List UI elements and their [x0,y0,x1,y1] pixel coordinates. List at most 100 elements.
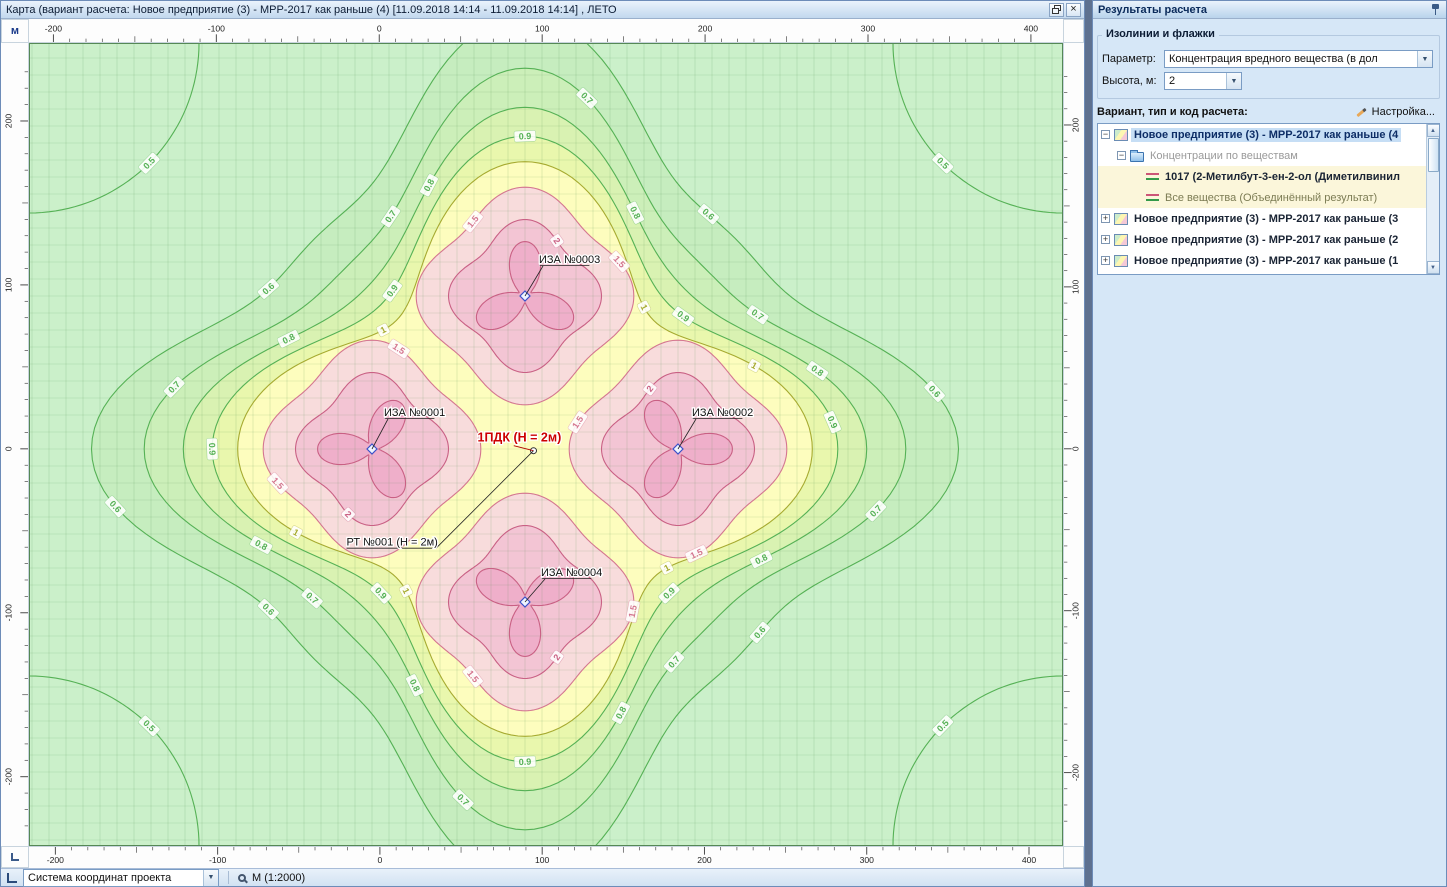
svg-text:0.9: 0.9 [519,757,532,768]
contour-label: 0.9 [514,130,536,142]
svg-text:-100: -100 [208,23,225,33]
iso-icon [1146,192,1159,204]
collapse-icon[interactable]: − [1101,130,1110,139]
scroll-down-icon[interactable]: ▼ [1427,261,1440,274]
tree-item-label[interactable]: Все вещества (Объединённый результат) [1162,191,1380,205]
results-tree: −Новое предприятие (3) - МРР-2017 как ра… [1097,123,1440,275]
tree-scrollbar[interactable]: ▲ ▼ [1426,124,1439,274]
svg-text:400: 400 [1024,23,1039,33]
scrollbar-thumb[interactable] [1428,138,1439,172]
coordinate-system-select[interactable]: Система координат проекта ▼ [23,869,219,887]
tree-item-label[interactable]: 1017 (2-Метилбут-3-ен-2-ол (Диметилвинил [1162,170,1403,184]
app-root: Карта (вариант расчета: Новое предприяти… [0,0,1447,887]
svg-text:200: 200 [698,23,713,33]
results-panel-title: Результаты расчета [1098,4,1430,16]
results-panel-titlebar[interactable]: Результаты расчета [1093,1,1446,19]
isolines-group-title: Изолинии и флажки [1102,28,1219,40]
svg-text:-200: -200 [47,855,64,865]
parameter-select[interactable]: Концентрация вредного вещества (в дол ▼ [1164,50,1433,68]
pin-icon[interactable] [1430,3,1441,16]
contour-label: 0.9 [206,438,218,460]
variant-icon [1114,255,1128,267]
variant-icon [1114,234,1128,246]
svg-text:-200: -200 [1070,764,1080,781]
results-panel-body: Изолинии и флажки Параметр: Концентрация… [1093,19,1446,886]
tree-item-label[interactable]: Новое предприятие (3) - МРР-2017 как ран… [1131,128,1401,142]
close-window-button[interactable]: × [1066,3,1081,17]
map-scale-icon [238,874,246,882]
isolines-groupbox: Изолинии и флажки Параметр: Концентрация… [1097,35,1440,99]
tree-item-label[interactable]: Новое предприятие (3) - МРР-2017 как ран… [1131,233,1401,247]
panel-splitter[interactable] [1085,0,1092,887]
parameter-label: Параметр: [1102,53,1164,65]
svg-text:-200: -200 [45,23,62,33]
folder-icon [1130,152,1144,162]
svg-text:100: 100 [4,278,14,293]
results-panel: Результаты расчета Изолинии и флажки Пар… [1092,0,1447,887]
map-annotation-label: ИЗА №0001 [384,407,445,419]
ruler-corner-br [1063,846,1084,868]
variant-label: Вариант, тип и код расчета: [1097,106,1248,118]
map-window: Карта (вариант расчета: Новое предприяти… [0,0,1085,887]
tree-item[interactable]: + Новое предприятие (3) - МРР-2017 как ра… [1098,229,1426,250]
variant-header-row: Вариант, тип и код расчета: Настройка... [1097,105,1440,119]
coordinate-system-icon [7,873,17,883]
svg-text:100: 100 [535,855,550,865]
map-window-titlebar[interactable]: Карта (вариант расчета: Новое предприяти… [1,1,1084,19]
settings-button-label: Настройка... [1372,106,1435,118]
ruler-bottom: -200-1000100200300400 [29,846,1063,868]
svg-text:200: 200 [4,114,14,129]
svg-text:200: 200 [697,855,712,865]
svg-text:-100: -100 [4,604,14,622]
tree-item[interactable]: + Новое предприятие (3) - МРР-2017 как ра… [1098,250,1426,271]
tree-item[interactable]: − Концентрации по веществам [1098,145,1426,166]
svg-text:400: 400 [1022,855,1037,865]
tree-item[interactable]: 1017 (2-Метилбут-3-ен-2-ол (Диметилвинил [1098,166,1426,187]
ruler-corner-bl[interactable] [1,846,29,868]
svg-text:-200: -200 [4,768,14,786]
restore-window-button[interactable] [1049,3,1064,17]
tree-rows: −Новое предприятие (3) - МРР-2017 как ра… [1098,124,1426,274]
expand-icon[interactable]: + [1101,214,1110,223]
map-annotation-label: ИЗА №0004 [541,567,602,579]
map-window-title: Карта (вариант расчета: Новое предприяти… [6,4,1047,16]
svg-text:-100: -100 [209,855,226,865]
tree-item[interactable]: + Новое предприятие (3) - МРР-2017 как ра… [1098,208,1426,229]
iso-icon [1146,171,1159,183]
expand-icon[interactable]: + [1101,256,1110,265]
ruler-unit-label: м [11,25,19,37]
svg-text:300: 300 [861,23,876,33]
height-label: Высота, м: [1102,75,1164,87]
map-canvas-svg[interactable]: 0.50.50.50.50.60.60.60.60.60.60.70.70.70… [29,43,1063,846]
expand-icon[interactable]: + [1101,235,1110,244]
statusbar-separator [228,871,229,884]
collapse-icon[interactable]: − [1117,151,1126,160]
tree-item-label[interactable]: Новое предприятие (3) - МРР-2017 как ран… [1131,212,1401,226]
height-select[interactable]: 2 ▼ [1164,72,1242,90]
svg-text:100: 100 [1070,280,1080,295]
svg-text:100: 100 [535,23,550,33]
ruler-corner-tr [1063,19,1084,43]
settings-button[interactable]: Настройка... [1351,105,1440,119]
map-annotation-label: РТ №001 (Н = 2м) [347,537,438,549]
chevron-down-icon[interactable]: ▼ [203,870,218,886]
tree-item-label[interactable]: Концентрации по веществам [1147,149,1301,163]
tree-item-label[interactable]: Новое предприятие (3) - МРР-2017 как ран… [1131,254,1401,268]
ruler-top: -200 -100 0 100 200 300 400 [29,19,1063,43]
variant-icon [1114,213,1128,225]
scroll-up-icon[interactable]: ▲ [1427,124,1440,137]
chevron-down-icon[interactable]: ▼ [1226,73,1241,89]
pencil-icon [1356,107,1366,116]
svg-text:0: 0 [4,446,14,451]
svg-text:0: 0 [377,23,382,33]
svg-text:-100: -100 [1070,602,1080,619]
map-scale-label: М (1:2000) [252,872,305,884]
map-annotation-label: ИЗА №0003 [539,254,600,266]
tree-item[interactable]: − Новое предприятие (3) - МРР-2017 как ра… [1098,124,1426,145]
parameter-value: Концентрация вредного вещества (в дол [1165,53,1417,65]
coordinate-system-value: Система координат проекта [24,872,203,884]
chevron-down-icon[interactable]: ▼ [1417,51,1432,67]
map-annotation-label: 1ПДК (Н = 2м) [478,431,562,445]
svg-text:300: 300 [860,855,875,865]
tree-item[interactable]: Все вещества (Объединённый результат) [1098,187,1426,208]
